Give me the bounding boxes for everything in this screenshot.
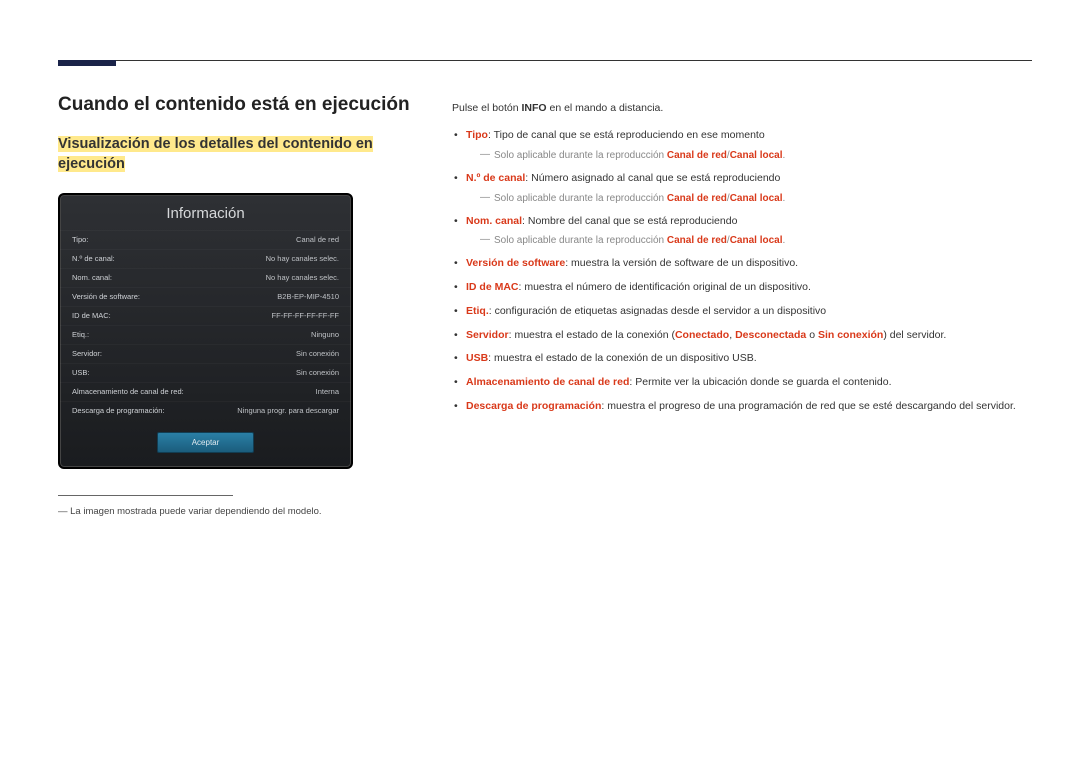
item-descarga: Descarga de programación: muestra el pro… [452,399,1032,415]
device-row-value: Interna [316,387,339,396]
device-row-label: Servidor: [72,349,102,358]
device-row-value: B2B-EP-MIP-4510 [277,292,339,301]
item-ncanal: N.º de canal: Número asignado al canal q… [452,171,1032,206]
device-row-label: Almacenamiento de canal de red: [72,387,184,396]
device-row-label: ID de MAC: [72,311,111,320]
item-version: Versión de software: muestra la versión … [452,256,1032,272]
device-row-label: Descarga de programación: [72,406,165,415]
device-panel-title: Información [60,195,351,230]
item-mac: ID de MAC: muestra el número de identifi… [452,280,1032,296]
details-list: Tipo: Tipo de canal que se está reproduc… [452,128,1032,415]
device-row-value: No hay canales selec. [266,273,339,282]
sub-tipo: Solo aplicable durante la reproducción C… [466,148,1032,163]
top-rule [58,60,1032,61]
accept-button[interactable]: Aceptar [157,432,255,453]
device-info-row: Tipo: Canal de red [60,230,351,249]
item-usb: USB: muestra el estado de la conexión de… [452,351,1032,367]
device-info-row: USB: Sin conexión [60,363,351,382]
device-info-panel: Información Tipo: Canal de red N.º de cana… [58,193,353,469]
sub-ncanal: Solo aplicable durante la reproducción C… [466,191,1032,206]
device-info-row: Versión de software: B2B-EP-MIP-4510 [60,287,351,306]
device-info-row: Etiq.: Ninguno [60,325,351,344]
device-row-label: Tipo: [72,235,88,244]
left-column: Cuando el contenido está en ejecución Vi… [58,94,418,517]
device-row-value: No hay canales selec. [266,254,339,263]
item-nomcanal: Nom. canal: Nombre del canal que se está… [452,214,1032,249]
device-row-label: Versión de software: [72,292,140,301]
device-info-row: Nom. canal: No hay canales selec. [60,268,351,287]
device-row-label: Etiq.: [72,330,89,339]
device-row-value: Canal de red [296,235,339,244]
intro-text: Pulse el botón INFO en el mando a distan… [452,102,1032,114]
device-info-row: Descarga de programación: Ninguna progr. … [60,401,351,420]
section-title: Visualización de los detalles del conten… [58,134,418,175]
device-row-value: Sin conexión [296,349,339,358]
device-row-label: Nom. canal: [72,273,112,282]
image-footnote: La imagen mostrada puede variar dependie… [58,506,418,517]
item-servidor: Servidor: muestra el estado de la conexi… [452,328,1032,344]
item-etiq: Etiq.: configuración de etiquetas asigna… [452,304,1032,320]
device-row-label: N.º de canal: [72,254,115,263]
device-row-label: USB: [72,368,90,377]
device-info-row: N.º de canal: No hay canales selec. [60,249,351,268]
device-info-row: ID de MAC: FF-FF-FF-FF-FF-FF [60,306,351,325]
item-tipo: Tipo: Tipo de canal que se está reproduc… [452,128,1032,163]
page-title: Cuando el contenido está en ejecución [58,94,418,116]
device-row-value: Sin conexión [296,368,339,377]
device-rows: Tipo: Canal de red N.º de canal: No hay can… [60,230,351,420]
device-row-value: Ninguno [311,330,339,339]
accent-bar [58,60,116,66]
sub-nomcanal: Solo aplicable durante la reproducción C… [466,233,1032,248]
item-almacenamiento: Almacenamiento de canal de red: Permite … [452,375,1032,391]
device-row-value: Ninguna progr. para descargar [237,406,339,415]
device-row-value: FF-FF-FF-FF-FF-FF [272,311,339,320]
right-column: Pulse el botón INFO en el mando a distan… [452,102,1032,423]
footnote-divider [58,495,233,496]
device-info-row: Almacenamiento de canal de red: Interna [60,382,351,401]
device-info-row: Servidor: Sin conexión [60,344,351,363]
